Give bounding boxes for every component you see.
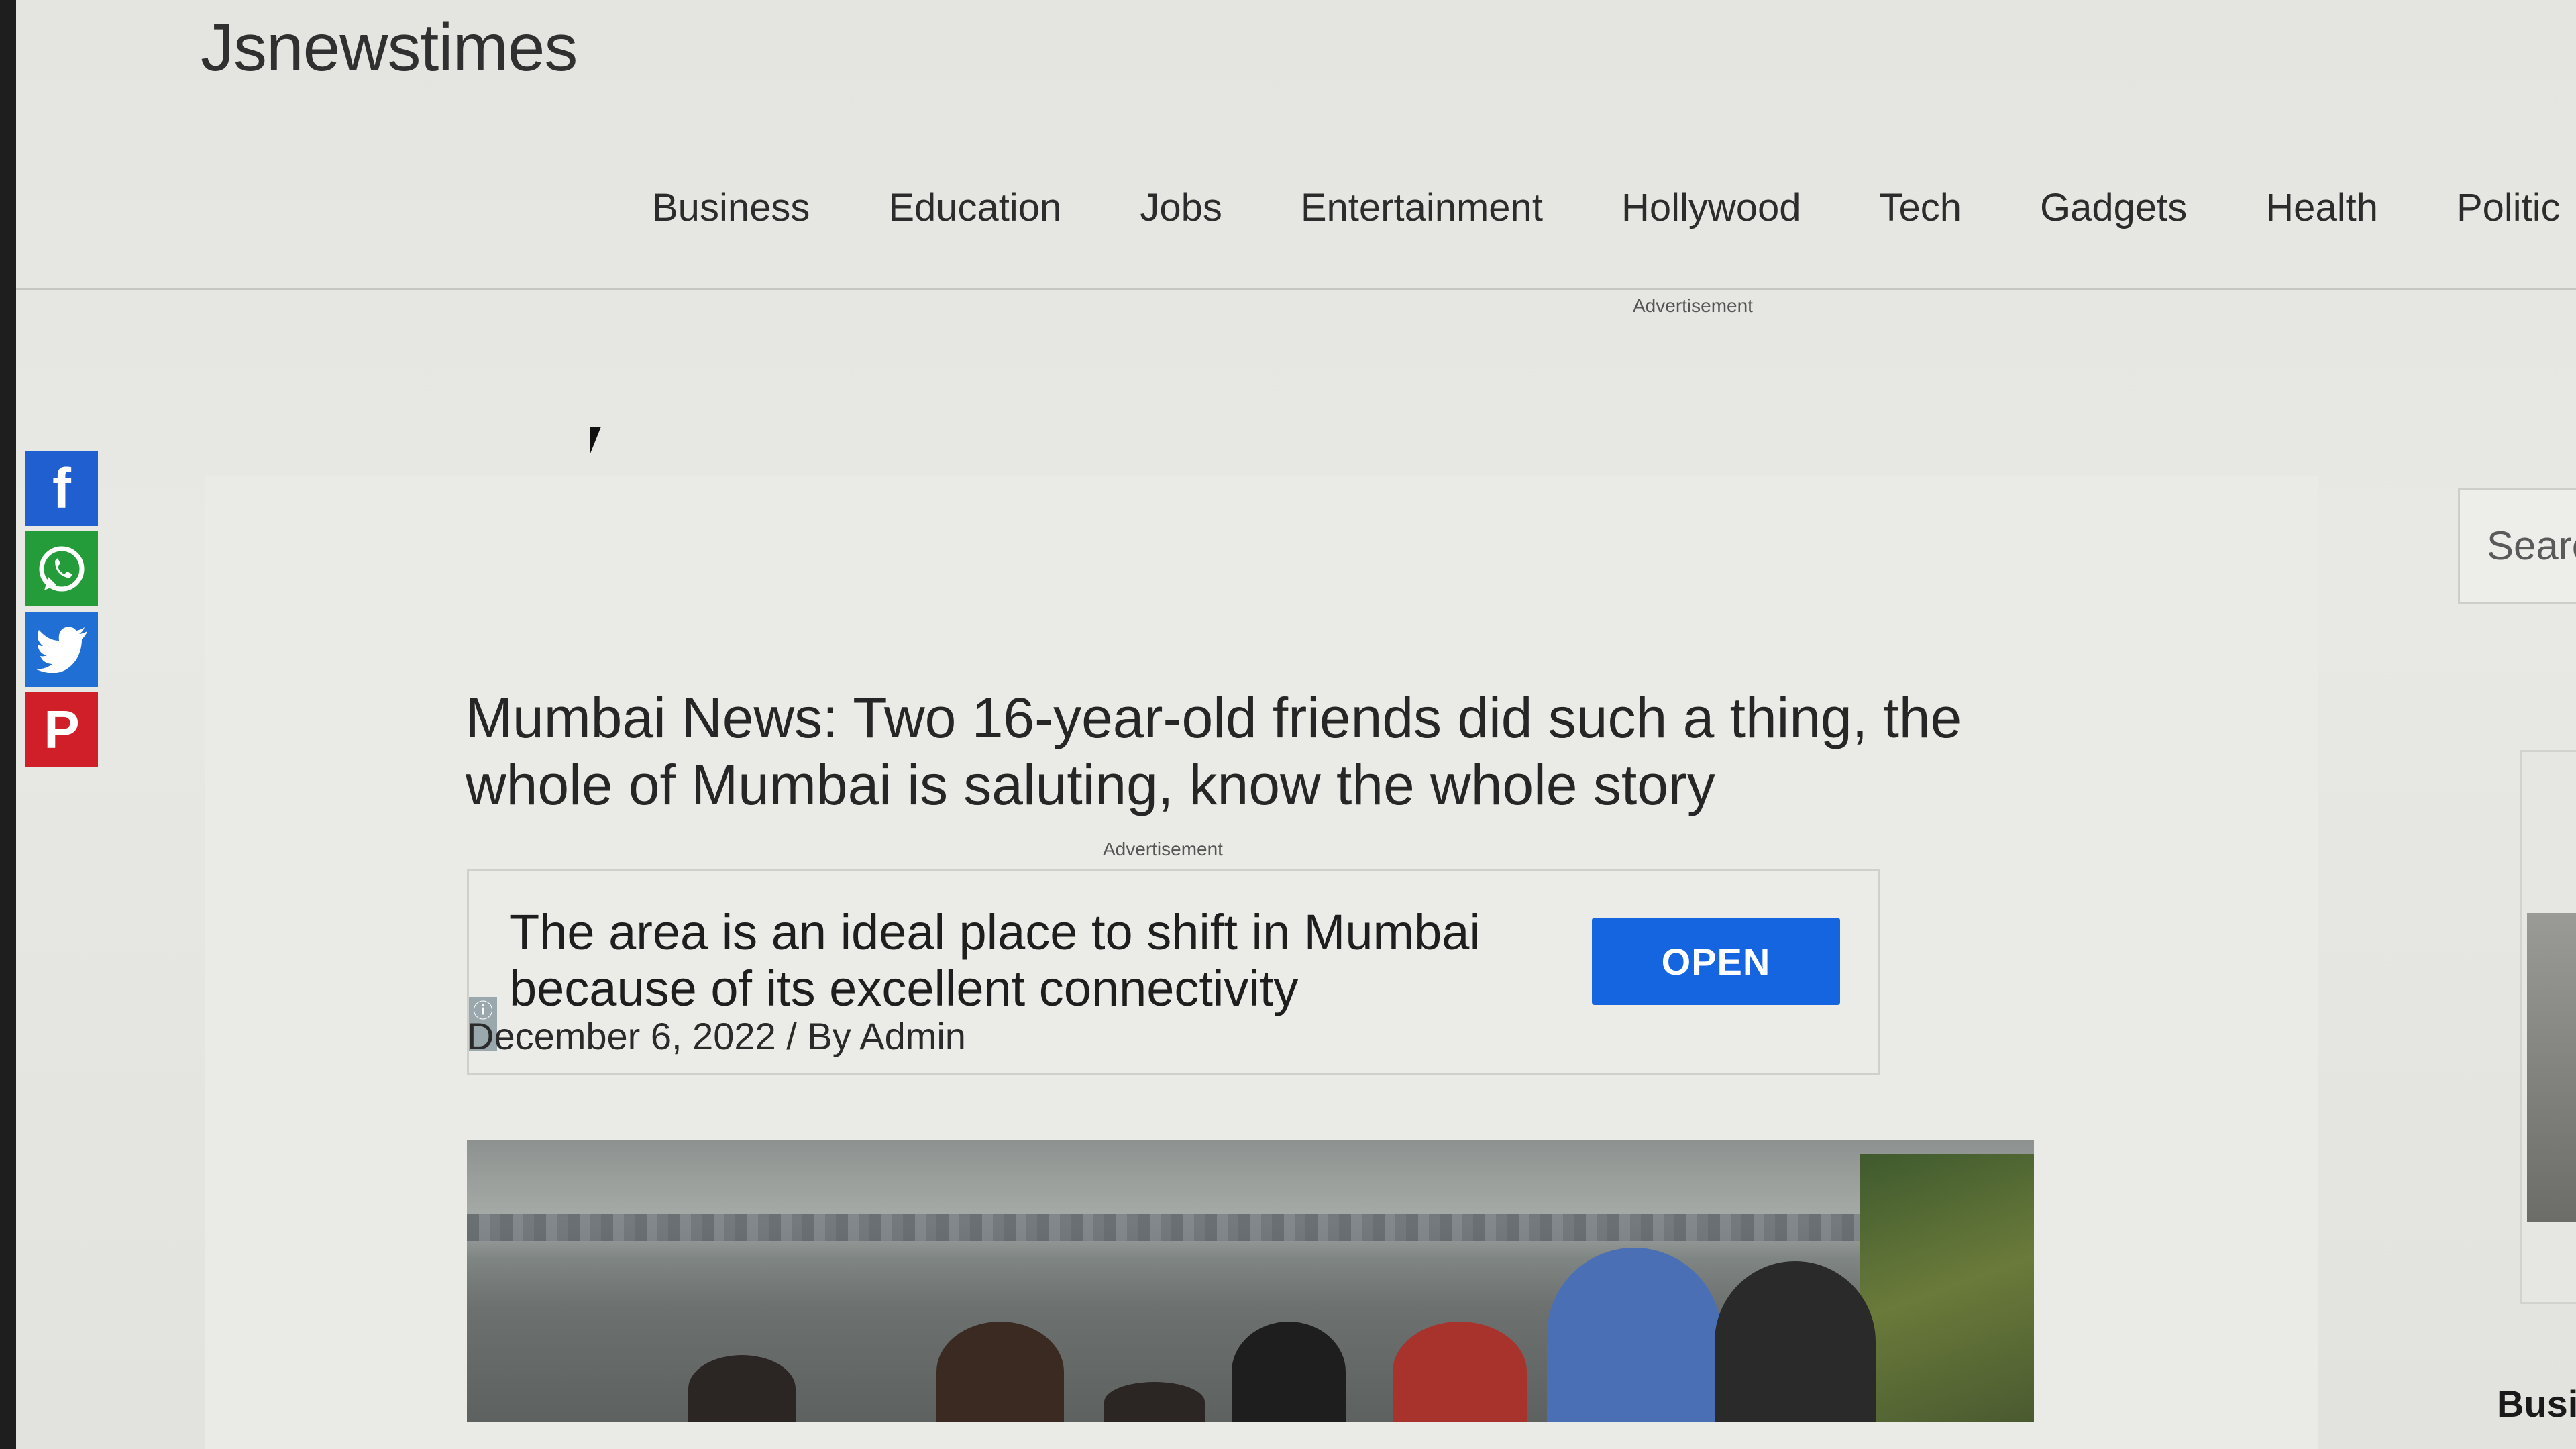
pinterest-icon: P xyxy=(44,700,80,759)
facebook-icon: f xyxy=(52,456,71,520)
image-trees xyxy=(1860,1154,2034,1422)
image-person xyxy=(936,1322,1064,1422)
nav-item-hollywood[interactable]: Hollywood xyxy=(1621,185,1801,230)
article-meta: December 6, 2022 / By Admin xyxy=(467,1015,966,1057)
whatsapp-share-button[interactable] xyxy=(25,531,98,606)
image-person xyxy=(1547,1248,1721,1422)
advertisement-label: Advertisement xyxy=(1103,839,1223,859)
search-placeholder: Searc xyxy=(2487,523,2576,568)
nav-item-tech[interactable]: Tech xyxy=(1880,185,1962,230)
nav-item-education[interactable]: Education xyxy=(888,185,1061,230)
facebook-share-button[interactable]: f xyxy=(25,451,98,526)
ad-open-button[interactable]: OPEN xyxy=(1592,918,1840,1005)
article-headline: Mumbai News: Two 16-year-old friends did… xyxy=(466,686,1962,816)
site-title[interactable]: Jsnewstimes xyxy=(201,9,578,87)
nav-item-gadgets[interactable]: Gadgets xyxy=(2040,185,2187,230)
twitter-share-button[interactable] xyxy=(25,612,98,687)
browser-viewport: Jsnewstimes Business Education Jobs Ente… xyxy=(16,0,2576,1449)
main-nav: Business Education Jobs Entertainment Ho… xyxy=(652,185,2576,230)
sidebar-heading: Busir xyxy=(2497,1383,2576,1425)
sidebar-widget[interactable] xyxy=(2520,750,2576,1304)
whatsapp-icon xyxy=(39,546,85,592)
nav-item-health[interactable]: Health xyxy=(2265,185,2378,230)
nav-item-jobs[interactable]: Jobs xyxy=(1140,185,1222,230)
image-person xyxy=(1232,1322,1346,1422)
sidebar-thumbnail[interactable] xyxy=(2527,913,2576,1222)
advertisement-label: Advertisement xyxy=(1633,295,1753,316)
twitter-icon xyxy=(35,627,87,673)
nav-divider xyxy=(16,288,2576,290)
ad-text[interactable]: The area is an ideal place to shift in M… xyxy=(509,904,1515,1017)
pinterest-share-button[interactable]: P xyxy=(25,692,98,767)
search-input[interactable]: Searc xyxy=(2458,488,2576,604)
nav-item-entertainment[interactable]: Entertainment xyxy=(1301,185,1543,230)
article-featured-image xyxy=(467,1140,2034,1422)
image-person xyxy=(688,1355,796,1422)
image-skyline xyxy=(467,1214,2034,1241)
social-share-bar: f P xyxy=(25,451,98,767)
image-person xyxy=(1104,1382,1205,1422)
mouse-cursor-icon xyxy=(590,427,601,453)
image-person xyxy=(1715,1261,1876,1422)
image-person xyxy=(1393,1322,1527,1422)
nav-item-politics[interactable]: Politic xyxy=(2457,185,2561,230)
nav-item-business[interactable]: Business xyxy=(652,185,810,230)
